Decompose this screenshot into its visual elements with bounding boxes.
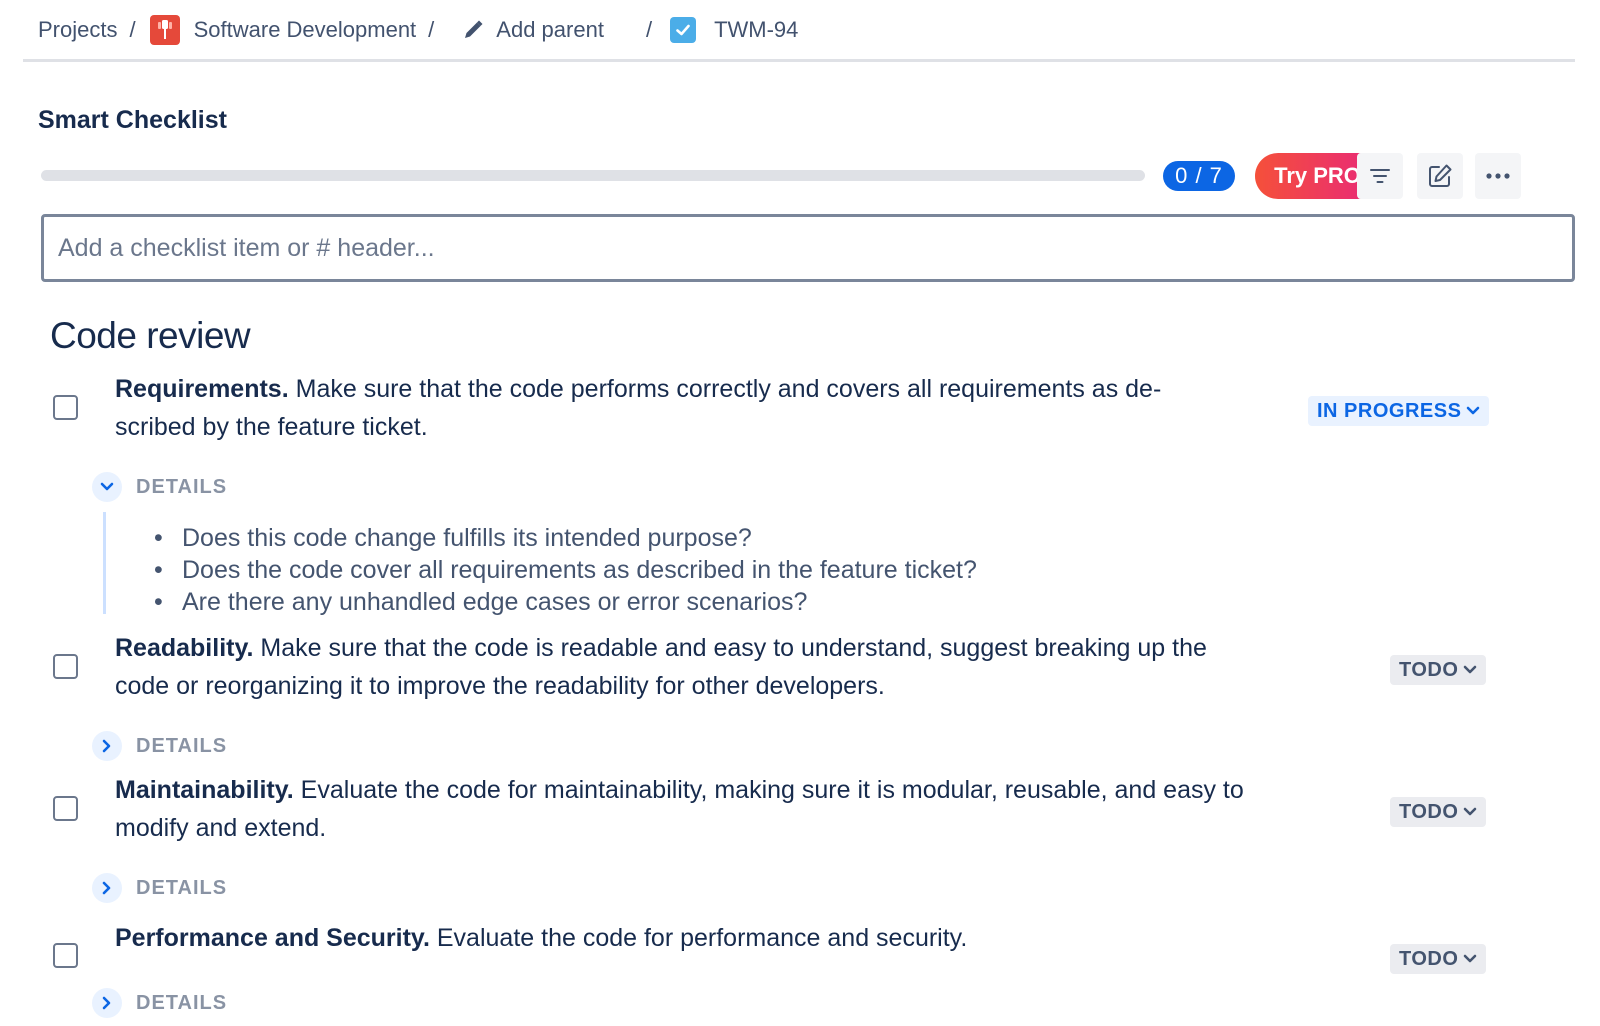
add-checklist-item-input[interactable] [41, 214, 1575, 282]
status-dropdown[interactable]: TODO [1390, 797, 1487, 827]
details-list-item: Does this code change fulfills its inten… [154, 522, 977, 554]
item-checkbox[interactable] [53, 796, 78, 821]
panel-title: Smart Checklist [38, 106, 227, 134]
more-icon [1486, 173, 1510, 179]
section-header: Code review [50, 315, 251, 356]
chevron-down-icon [1466, 406, 1480, 416]
item-text: Requirements. Make sure that the code pe… [115, 370, 1161, 446]
breadcrumb-separator: / [428, 17, 435, 42]
item-title: Readability. [115, 634, 254, 662]
status-dropdown[interactable]: TODO [1390, 655, 1487, 685]
item-title: Maintainability. [115, 776, 294, 804]
item-title: Requirements. [115, 375, 289, 403]
chevron-right-icon [92, 873, 122, 903]
add-parent-label: Add parent [496, 17, 604, 42]
filter-icon [1370, 169, 1390, 183]
breadcrumb-project-link[interactable]: Software Development [148, 15, 417, 45]
details-toggle[interactable]: DETAILS [92, 472, 227, 502]
chevron-down-icon [1463, 954, 1477, 964]
header-divider [23, 59, 1575, 62]
status-dropdown[interactable]: IN PROGRESS [1308, 396, 1490, 426]
chevron-down-icon [92, 472, 122, 502]
item-description-cont: code or reorganizing it to improve the r… [115, 672, 885, 700]
breadcrumb-separator: / [645, 17, 653, 42]
breadcrumb-separator: / [129, 17, 136, 42]
details-panel: Does this code change fulfills its inten… [103, 512, 977, 618]
status-label: IN PROGRESS [1317, 399, 1462, 422]
details-list: Does this code change fulfills its inten… [106, 512, 977, 618]
status-label: TODO [1399, 800, 1459, 823]
more-actions-button[interactable] [1475, 153, 1521, 199]
chevron-right-icon [92, 731, 122, 761]
chevron-down-icon [1463, 665, 1477, 675]
edit-icon [1429, 164, 1452, 187]
details-label: DETAILS [136, 876, 228, 899]
filter-button[interactable] [1357, 153, 1403, 199]
item-description-cont: modify and extend. [115, 814, 327, 842]
details-label: DETAILS [136, 734, 228, 757]
status-label: TODO [1399, 658, 1459, 681]
edit-button[interactable] [1417, 153, 1463, 199]
details-label: DETAILS [136, 475, 228, 498]
details-list-item: Does the code cover all requirements as … [154, 554, 977, 586]
progress-count-badge: 0 / 7 [1163, 161, 1235, 191]
status-label: TODO [1399, 947, 1459, 970]
progress-bar [41, 170, 1145, 181]
pencil-icon [462, 19, 484, 41]
item-description: Make sure that the code is readable and … [253, 634, 1207, 662]
breadcrumb: Projects / Software Development / Add pa… [38, 14, 798, 46]
issue-key-label: TWM-94 [714, 17, 799, 42]
item-title: Performance and Security. [115, 924, 430, 952]
issue-key-link[interactable]: TWM-94 [670, 17, 798, 43]
details-list-item: Are there any unhandled edge cases or er… [154, 586, 977, 618]
item-description: Make sure that the code performs correct… [288, 375, 1162, 403]
project-avatar-icon [149, 15, 180, 45]
item-text: Maintainability. Evaluate the code for m… [115, 771, 1244, 847]
chevron-right-icon [92, 988, 122, 1018]
chevron-down-icon [1463, 807, 1477, 817]
item-description-cont: scribed by the feature ticket. [115, 413, 428, 441]
details-toggle[interactable]: DETAILS [92, 731, 227, 761]
task-type-icon [670, 17, 697, 43]
details-label: DETAILS [136, 991, 228, 1014]
item-description: Evaluate the code for maintainability, m… [293, 776, 1244, 804]
item-checkbox[interactable] [53, 654, 78, 679]
details-toggle[interactable]: DETAILS [92, 988, 227, 1018]
details-toggle[interactable]: DETAILS [92, 873, 227, 903]
breadcrumb-project-label: Software Development [193, 17, 417, 42]
item-checkbox[interactable] [53, 943, 78, 968]
status-dropdown[interactable]: TODO [1390, 944, 1487, 974]
breadcrumb-projects-link[interactable]: Projects [38, 17, 117, 43]
item-text: Readability. Make sure that the code is … [115, 629, 1207, 705]
item-text: Performance and Security. Evaluate the c… [115, 919, 967, 957]
item-description: Evaluate the code for performance and se… [429, 924, 968, 952]
add-parent-button[interactable]: Add parent [462, 17, 604, 43]
item-checkbox[interactable] [53, 395, 78, 420]
